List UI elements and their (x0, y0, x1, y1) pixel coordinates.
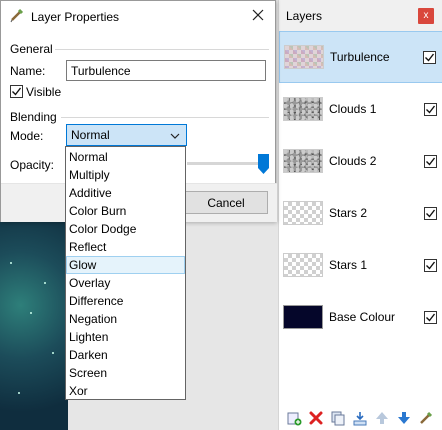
layers-panel-header: Layers x (279, 0, 442, 31)
layer-name: Stars 1 (329, 258, 368, 272)
blending-section-label: Blending (10, 110, 57, 124)
blend-mode-value: Normal (71, 128, 110, 142)
blend-mode-option[interactable]: Screen (66, 364, 185, 382)
layer-thumbnail (283, 149, 323, 173)
blend-mode-option[interactable]: Glow (66, 256, 185, 274)
name-label: Name: (10, 64, 46, 78)
layer-name: Clouds 1 (329, 102, 377, 116)
layer-properties-icon (9, 7, 25, 26)
chevron-down-icon (170, 128, 180, 142)
visible-label: Visible (26, 85, 62, 99)
blend-mode-select[interactable]: Normal (66, 124, 187, 146)
blend-mode-option[interactable]: Overlay (66, 274, 185, 292)
move-down-icon[interactable] (395, 409, 413, 427)
layer-name: Clouds 2 (329, 154, 377, 168)
layer-row[interactable]: Turbulence (279, 31, 442, 83)
panel-close-icon[interactable]: x (418, 7, 434, 24)
layers-toolbar (279, 406, 442, 430)
move-up-icon[interactable] (373, 409, 391, 427)
blend-mode-dropdown-list: Normal Multiply Additive Color Burn Color Do… (65, 146, 186, 400)
layer-name: Stars 2 (329, 206, 368, 220)
blend-mode-option[interactable]: Reflect (66, 238, 185, 256)
blend-mode-option[interactable]: Multiply (66, 166, 185, 184)
dialog-close-icon[interactable] (251, 8, 265, 22)
layer-list: Turbulence Clouds 1 Clouds 2 Stars 2 Stars 1… (279, 31, 442, 343)
add-layer-icon[interactable] (285, 409, 303, 427)
opacity-slider-track[interactable] (187, 162, 265, 165)
blend-mode-option[interactable]: Lighten (66, 328, 185, 346)
layer-thumbnail (284, 45, 324, 69)
duplicate-layer-icon[interactable] (329, 409, 347, 427)
general-section-label: General (10, 42, 53, 56)
canvas-image (0, 222, 68, 430)
visible-checkbox[interactable] (10, 85, 23, 98)
layer-visibility-checkbox[interactable] (424, 206, 437, 220)
layer-visibility-checkbox[interactable] (424, 154, 437, 168)
cancel-button[interactable]: Cancel (184, 191, 268, 214)
general-divider (55, 49, 269, 50)
blend-mode-option[interactable]: Darken (66, 346, 185, 364)
layer-visibility-checkbox[interactable] (424, 258, 437, 272)
layer-row[interactable]: Base Colour (279, 291, 442, 343)
dialog-title: Layer Properties (31, 9, 120, 24)
blend-mode-option[interactable]: Difference (66, 292, 185, 310)
layer-row[interactable]: Stars 2 (279, 187, 442, 239)
blend-mode-option[interactable]: Color Burn (66, 202, 185, 220)
merge-down-icon[interactable] (351, 409, 369, 427)
layer-properties-icon[interactable] (417, 409, 435, 427)
layer-row[interactable]: Clouds 1 (279, 83, 442, 135)
blend-mode-option[interactable]: Additive (66, 184, 185, 202)
mode-label: Mode: (10, 129, 44, 143)
layer-name-input[interactable] (66, 60, 266, 81)
layers-panel: Layers x Turbulence Clouds 1 Clouds 2 Stars… (278, 0, 442, 430)
layer-name: Base Colour (329, 310, 396, 324)
layer-visibility-checkbox[interactable] (424, 102, 437, 116)
delete-layer-icon[interactable] (307, 409, 325, 427)
blending-divider (61, 117, 269, 118)
opacity-label: Opacity: (10, 158, 55, 172)
layer-thumbnail (283, 305, 323, 329)
layer-visibility-checkbox[interactable] (423, 50, 436, 64)
blend-mode-option[interactable]: Normal (66, 148, 185, 166)
layer-thumbnail (283, 97, 323, 121)
opacity-slider-thumb[interactable] (258, 154, 269, 174)
layer-visibility-checkbox[interactable] (424, 310, 437, 324)
blend-mode-option[interactable]: Color Dodge (66, 220, 185, 238)
layer-thumbnail (283, 201, 323, 225)
layer-name: Turbulence (330, 50, 390, 64)
dialog-titlebar[interactable]: Layer Properties (1, 1, 275, 32)
layer-row[interactable]: Clouds 2 (279, 135, 442, 187)
layers-panel-title: Layers (286, 8, 323, 23)
blend-mode-option[interactable]: Negation (66, 310, 185, 328)
blend-mode-option[interactable]: Xor (66, 382, 185, 400)
layer-row[interactable]: Stars 1 (279, 239, 442, 291)
layer-thumbnail (283, 253, 323, 277)
